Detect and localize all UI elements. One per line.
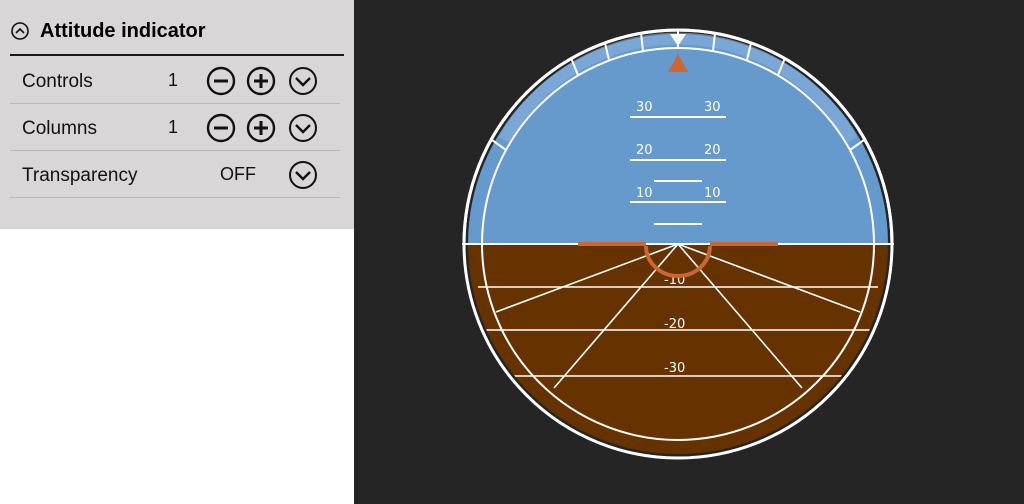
controls-label: Controls: [22, 71, 93, 92]
chevron-down-circle-icon: [289, 114, 317, 142]
indicator-viewport: 10 10 20 20 30 30 -10 -20 -30: [354, 0, 1024, 504]
controls-decrease-button[interactable]: [206, 66, 236, 96]
pitch-label-up-20-left: 20: [636, 143, 653, 158]
minus-circle-icon: [206, 66, 236, 96]
collapse-circle-icon[interactable]: [10, 21, 30, 41]
minus-circle-icon: [206, 113, 236, 143]
controls-row: Controls 1: [10, 57, 340, 104]
controls-dropdown-button[interactable]: [288, 66, 318, 96]
plus-circle-icon: [246, 66, 276, 96]
controls-value: 1: [168, 70, 179, 90]
pitch-label-up-10-left: 10: [636, 186, 653, 201]
plus-circle-icon: [246, 113, 276, 143]
columns-value: 1: [168, 117, 179, 137]
chevron-down-circle-icon: [289, 67, 317, 95]
attitude-indicator-panel: Attitude indicator Controls 1 Columns 1 …: [0, 0, 354, 229]
controls-increase-button[interactable]: [246, 66, 276, 96]
columns-dropdown-button[interactable]: [288, 113, 318, 143]
transparency-dropdown-button[interactable]: [288, 160, 318, 190]
transparency-row: Transparency OFF: [10, 151, 340, 198]
transparency-label: Transparency: [22, 165, 138, 186]
pitch-label-up-30-right: 30: [704, 100, 721, 115]
attitude-indicator: 10 10 20 20 30 30 -10 -20 -30: [462, 28, 894, 460]
columns-increase-button[interactable]: [246, 113, 276, 143]
pitch-label-up-20-right: 20: [704, 143, 721, 158]
panel-title: Attitude indicator: [40, 19, 206, 42]
pitch-label-down-20: -20: [664, 317, 685, 332]
columns-decrease-button[interactable]: [206, 113, 236, 143]
columns-label: Columns: [22, 118, 97, 139]
pitch-label-up-30-left: 30: [636, 100, 653, 115]
columns-row: Columns 1: [10, 104, 340, 151]
transparency-value: OFF: [220, 164, 256, 184]
pitch-label-up-10-right: 10: [704, 186, 721, 201]
pitch-label-down-30: -30: [664, 361, 685, 376]
panel-header[interactable]: Attitude indicator: [10, 8, 344, 56]
chevron-down-circle-icon: [289, 161, 317, 189]
